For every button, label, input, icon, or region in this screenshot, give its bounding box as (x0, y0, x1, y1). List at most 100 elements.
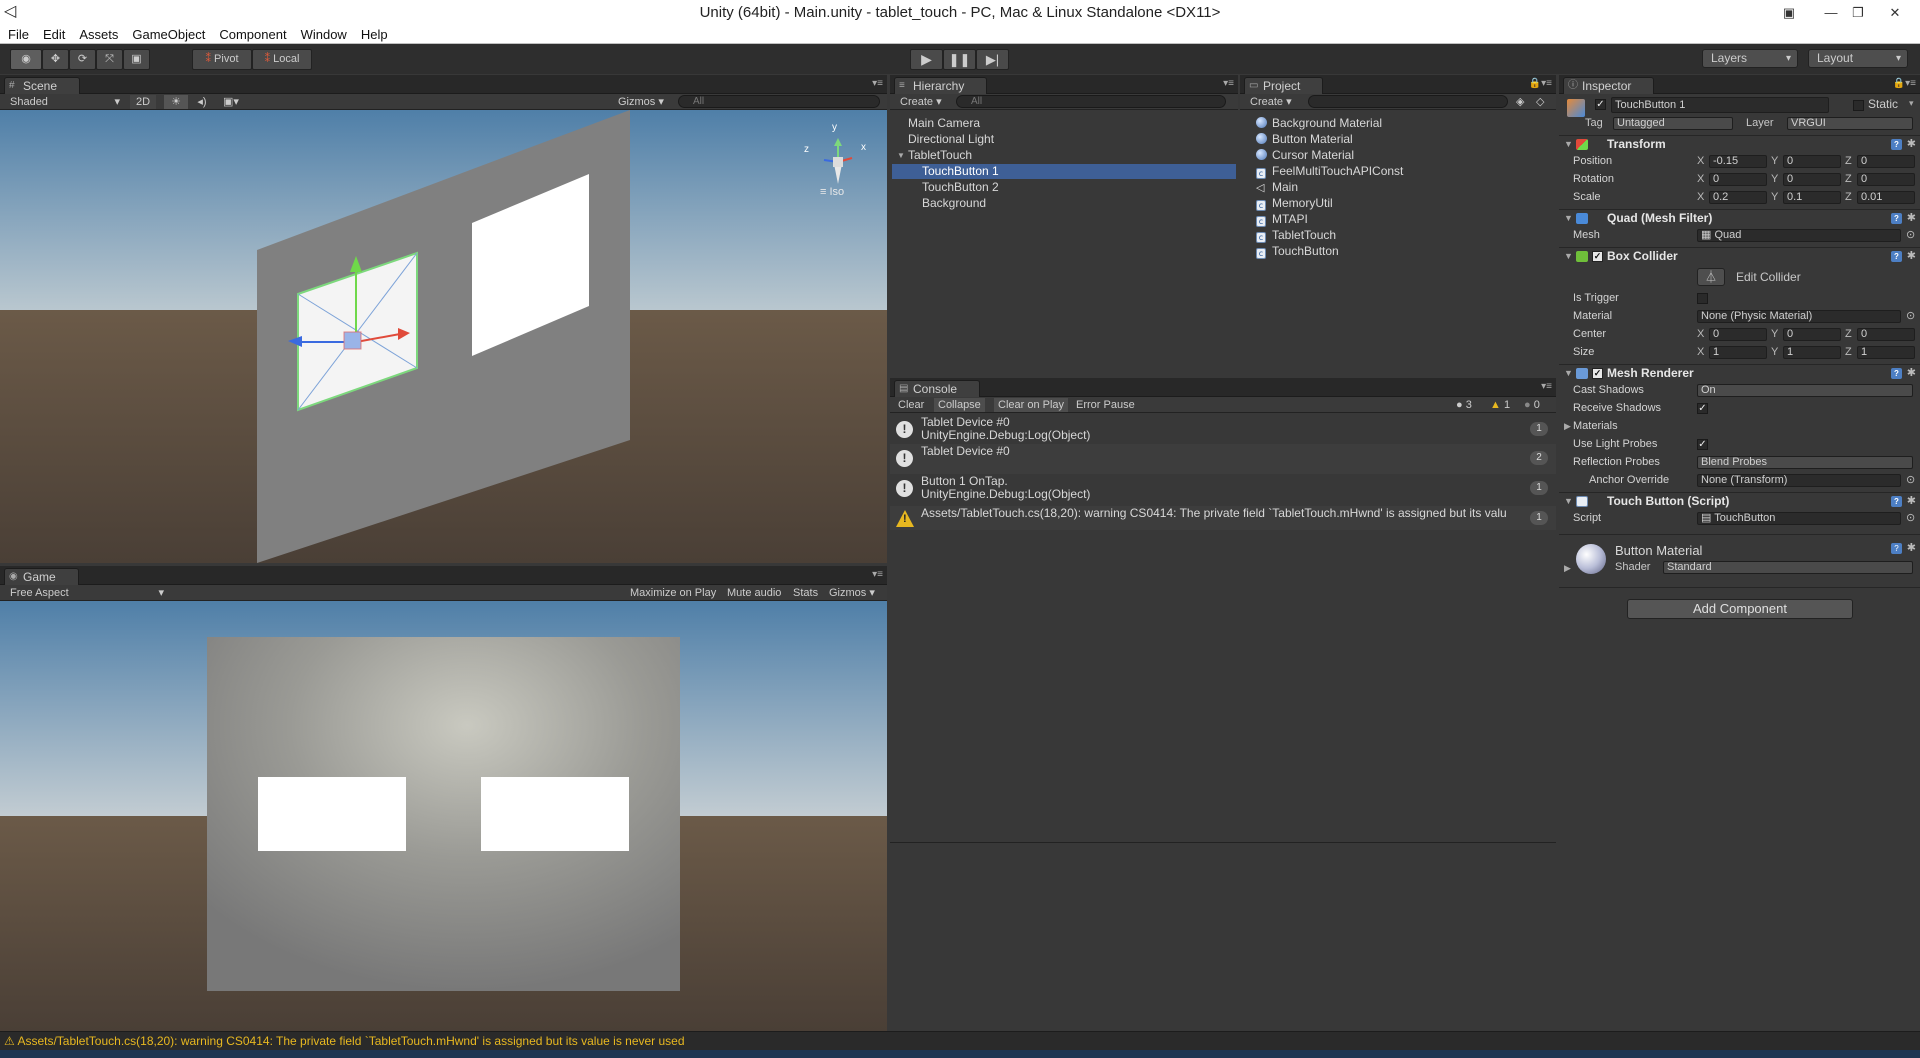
hierarchy-item[interactable]: Main Camera (892, 116, 1236, 131)
edit-collider-button[interactable]: ⏃ (1697, 268, 1725, 286)
menu-help[interactable]: Help (353, 25, 394, 44)
collider-material-field[interactable]: None (Physic Material) (1697, 310, 1901, 323)
hierarchy-item[interactable]: TouchButton 2 (892, 180, 1236, 195)
size-z-field[interactable]: 1 (1857, 346, 1915, 359)
local-toggle[interactable]: ⁑ Local (252, 49, 312, 70)
maximize-on-play-toggle[interactable]: Maximize on Play (630, 586, 716, 600)
position-z-field[interactable]: 0 (1857, 155, 1915, 168)
panel-menu-icon[interactable]: ▾≡ (1541, 381, 1552, 392)
project-item[interactable]: c TabletTouch (1256, 228, 1336, 243)
scale-z-field[interactable]: 0.01 (1857, 191, 1915, 204)
help-icon[interactable]: ? (1891, 139, 1902, 150)
scene-gizmos-dropdown[interactable]: Gizmos ▾ (618, 95, 664, 109)
foldout-arrow-icon[interactable]: ▼ (897, 148, 905, 163)
console-error-pause-toggle[interactable]: Error Pause (1076, 398, 1135, 412)
hierarchy-item[interactable]: TouchButton 1 (892, 164, 1236, 179)
status-bar[interactable]: ⚠ Assets/TabletTouch.cs(18,20): warning … (0, 1031, 1920, 1050)
console-warning-entry[interactable]: ! Assets/TabletTouch.cs(18,20): warning C… (890, 506, 1556, 530)
console-log-count[interactable]: ● 3 (1456, 398, 1472, 412)
object-picker-icon[interactable]: ⊙ (1906, 473, 1915, 488)
mesh-renderer-enabled-checkbox[interactable]: ✓ (1592, 368, 1603, 379)
console-log-entry[interactable]: ! Button 1 OnTap. UnityEngine.Debug:Log(Ob… (890, 474, 1556, 506)
anchor-override-field[interactable]: None (Transform) (1697, 474, 1901, 487)
help-icon[interactable]: ? (1891, 251, 1902, 262)
pivot-toggle[interactable]: ⁑ Pivot (192, 49, 252, 70)
tab-console[interactable]: ▤ Console (894, 380, 981, 397)
scale-y-field[interactable]: 0.1 (1783, 191, 1841, 204)
is-trigger-checkbox[interactable] (1697, 293, 1708, 304)
chevron-down-icon[interactable]: ▾ (1909, 98, 1914, 109)
console-log-entry[interactable]: ! Tablet Device #0 2 (890, 444, 1556, 474)
iso-label[interactable]: ≡ Iso (820, 186, 844, 198)
center-y-field[interactable]: 0 (1783, 328, 1841, 341)
static-checkbox[interactable] (1853, 100, 1864, 111)
minimize-button[interactable]: — (1818, 0, 1844, 25)
tab-scene[interactable]: # Scene (4, 77, 81, 94)
game-viewport[interactable] (0, 601, 887, 1031)
layout-dropdown[interactable]: Layout (1808, 49, 1908, 68)
reflection-probes-dropdown[interactable]: Blend Probes (1697, 456, 1913, 469)
help-icon[interactable]: ? (1891, 368, 1902, 379)
rect-tool-button[interactable]: ▣ (123, 49, 150, 70)
tab-game[interactable]: ◉ Game (4, 568, 79, 585)
panel-menu-icon[interactable]: ▾≡ (872, 78, 883, 89)
object-picker-icon[interactable]: ⊙ (1906, 511, 1915, 526)
play-button[interactable]: ▶ (910, 49, 943, 70)
console-clear-button[interactable]: Clear (898, 398, 924, 412)
tag-dropdown[interactable]: Untagged (1613, 117, 1733, 130)
close-button[interactable]: ✕ (1882, 0, 1908, 25)
tab-hierarchy[interactable]: ≡ Hierarchy (894, 77, 988, 94)
rotation-y-field[interactable]: 0 (1783, 173, 1841, 186)
view-tool-button[interactable]: ◉ (10, 49, 42, 70)
layer-dropdown[interactable]: VRGUI (1787, 117, 1913, 130)
receive-shadows-checkbox[interactable]: ✓ (1697, 403, 1708, 414)
console-log-entry[interactable]: ! Tablet Device #0 UnityEngine.Debug:Log(O… (890, 415, 1556, 444)
menu-edit[interactable]: Edit (35, 25, 71, 44)
project-item[interactable]: c MemoryUtil (1256, 196, 1333, 211)
lock-icon[interactable]: 🔒▾≡ (1529, 78, 1552, 89)
scale-x-field[interactable]: 0.2 (1709, 191, 1767, 204)
panel-menu-icon[interactable]: ▾≡ (872, 569, 883, 580)
gear-icon[interactable]: ✱ (1907, 210, 1916, 227)
gear-icon[interactable]: ✱ (1907, 541, 1916, 554)
gear-icon[interactable]: ✱ (1907, 365, 1916, 382)
filter-by-label-icon[interactable]: ◇ (1536, 95, 1544, 109)
object-picker-icon[interactable]: ⊙ (1906, 309, 1915, 324)
scene-viewport[interactable]: y x z ≡ Iso (0, 110, 887, 563)
add-component-button[interactable]: Add Component (1627, 599, 1853, 619)
menu-assets[interactable]: Assets (71, 25, 124, 44)
box-collider-header[interactable]: ▼ ✓ Box Collider? ✱ (1559, 247, 1920, 264)
layers-dropdown[interactable]: Layers (1702, 49, 1798, 68)
shading-dropdown[interactable]: Shaded ▾ (10, 95, 120, 109)
menu-component[interactable]: Component (211, 25, 292, 44)
project-item[interactable]: ◁ Main (1256, 180, 1298, 195)
console-clear-on-play-toggle[interactable]: Clear on Play (994, 398, 1069, 412)
gear-icon[interactable]: ✱ (1907, 248, 1916, 265)
scene-search-input[interactable]: All (678, 95, 880, 108)
gear-icon[interactable]: ✱ (1907, 493, 1916, 510)
rotation-x-field[interactable]: 0 (1709, 173, 1767, 186)
mesh-renderer-header[interactable]: ▼ ✓ Mesh Renderer? ✱ (1559, 364, 1920, 381)
materials-row[interactable]: ▶ Materials (1559, 419, 1920, 434)
stats-toggle[interactable]: Stats (793, 586, 818, 600)
transform-header[interactable]: ▼ Transform? ✱ (1559, 135, 1920, 152)
project-item[interactable]: c MTAPI (1256, 212, 1308, 227)
use-light-probes-checkbox[interactable]: ✓ (1697, 439, 1708, 450)
menu-gameobject[interactable]: GameObject (124, 25, 211, 44)
mesh-filter-header[interactable]: ▼ Quad (Mesh Filter)? ✱ (1559, 209, 1920, 226)
hierarchy-item[interactable]: ▼ TabletTouch (892, 148, 1236, 163)
aspect-dropdown[interactable]: Free Aspect ▾ (10, 586, 164, 600)
mute-audio-toggle[interactable]: Mute audio (727, 586, 781, 600)
project-item[interactable]: Cursor Material (1256, 148, 1354, 163)
menu-file[interactable]: File (0, 25, 35, 44)
hierarchy-item[interactable]: Directional Light (892, 132, 1236, 147)
center-z-field[interactable]: 0 (1857, 328, 1915, 341)
rotation-z-field[interactable]: 0 (1857, 173, 1915, 186)
pause-button[interactable]: ❚❚ (943, 49, 976, 70)
menu-window[interactable]: Window (293, 25, 353, 44)
filter-by-type-icon[interactable]: ◈ (1516, 95, 1524, 109)
restore-icon[interactable]: ▣ (1776, 0, 1802, 25)
gameobject-active-checkbox[interactable]: ✓ (1595, 99, 1606, 110)
panel-menu-icon[interactable]: ▾≡ (1223, 78, 1234, 89)
tab-inspector[interactable]: ⓘ Inspector (1563, 77, 1655, 94)
